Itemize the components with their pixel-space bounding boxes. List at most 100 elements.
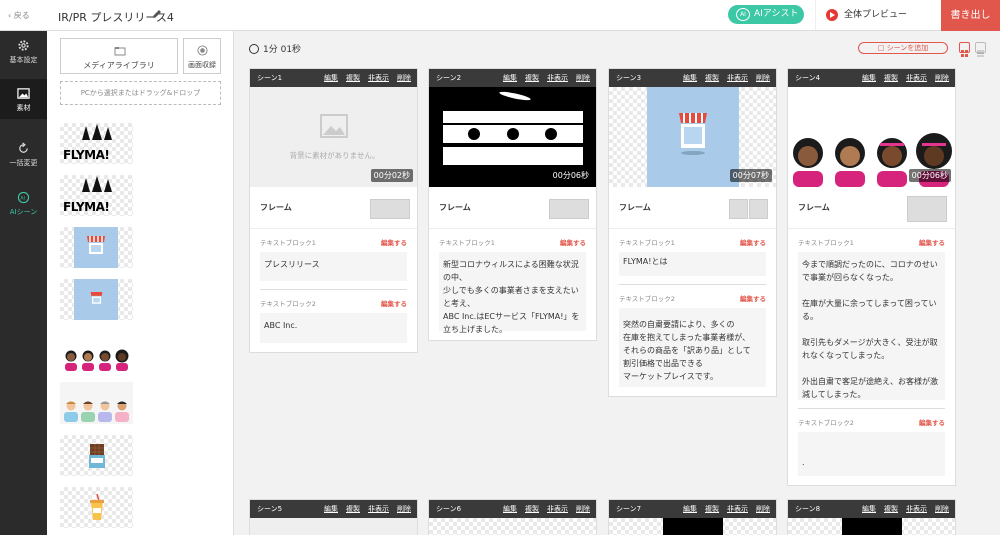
scene-delete-link[interactable]: 削除 [935,74,949,82]
scene-card-6[interactable]: シーン6 編集 複製 非表示 削除 [428,499,597,535]
scene-card-1[interactable]: シーン1 編集 複製 非表示 削除 背景に素材がありません。 00分02秒 フレーム テ… [249,68,418,353]
screen-record-button[interactable]: 画面収録 [183,38,221,74]
scene-delete-link[interactable]: 削除 [397,74,411,82]
scene-preview[interactable]: 00分06秒 [788,87,955,187]
scene-card-5[interactable]: シーン5 編集 複製 非表示 削除 [249,499,418,535]
frame-selector[interactable] [749,199,768,219]
media-thumb-flyma-1[interactable]: FLYMA! [60,123,133,164]
scene-hide-link[interactable]: 非表示 [727,505,748,513]
ai-assist-button[interactable]: AI AIアシスト [728,5,804,24]
add-scene-label: シーンを追加 [886,44,929,52]
scene-delete-link[interactable]: 削除 [756,505,770,513]
scene-edit-link[interactable]: 編集 [862,505,876,513]
frame-label: フレーム [798,203,830,212]
back-link[interactable]: ‹ 戻る [8,10,30,21]
scene-delete-link[interactable]: 削除 [935,505,949,513]
scene-hide-link[interactable]: 非表示 [727,74,748,82]
scene-copy-link[interactable]: 複製 [346,505,360,513]
scene-hide-link[interactable]: 非表示 [547,74,568,82]
text-block-edit-link[interactable]: 編集する [919,237,945,247]
scene-edit-link[interactable]: 編集 [683,505,697,513]
add-scene-button[interactable]: □ シーンを追加 [858,42,948,54]
scene-edit-link[interactable]: 編集 [503,74,517,82]
text-block-edit-link[interactable]: 編集する [919,417,945,427]
text-block-content[interactable]: 今まで順調だったのに、コロナのせいで事業が回らなくなった。 在庫が大量に余ってし… [798,252,945,400]
media-thumb-people-1[interactable] [60,345,133,371]
scene-preview[interactable] [429,518,596,535]
scene-card-7[interactable]: シーン7 編集 複製 非表示 削除 [608,499,777,535]
nav-item-materials[interactable]: 素材 [0,79,47,119]
scene-card-4[interactable]: シーン4 編集 複製 非表示 削除 00分06秒 フレーム テキストブロック1 編集する今… [787,68,956,486]
ai-assist-label: AIアシスト [754,9,799,19]
scene-hide-link[interactable]: 非表示 [906,74,927,82]
text-block-edit-link[interactable]: 編集する [560,237,586,247]
media-thumb-chocolate[interactable] [60,435,133,476]
scene-preview[interactable] [609,518,776,535]
text-block-content[interactable]: 新型コロナウィルスによる困難な状況の中、 少しでも多くの事業者さまを支えたいと考… [439,252,586,334]
text-block-content[interactable]: FLYMA!とは [619,252,766,276]
text-block-content[interactable]: 突然の自粛要請により、多くの 在庫を抱えてしまった事業者様が、 それらの商品を「… [619,308,766,387]
grid-view-icon[interactable] [959,42,970,57]
scene-hide-link[interactable]: 非表示 [906,505,927,513]
media-thumb-shop-2[interactable] [60,279,133,320]
pencil-icon[interactable] [151,8,163,20]
scene-edit-link[interactable]: 編集 [324,505,338,513]
scene-header: シーン2 編集 複製 非表示 削除 [429,69,596,87]
scene-preview[interactable]: 背景に素材がありません。 00分02秒 [250,87,417,187]
scene-copy-link[interactable]: 複製 [705,505,719,513]
full-preview-button[interactable]: 全体プレビュー [815,0,941,30]
scene-card-2[interactable]: シーン2 編集 複製 非表示 削除 00分06秒 フレーム テキストブロック1 編集する新… [428,68,597,341]
nav-item-bulk-change[interactable]: 一括変更 [0,134,47,174]
scene-delete-link[interactable]: 削除 [576,74,590,82]
scene-hide-link[interactable]: 非表示 [547,505,568,513]
nav-item-ai-scene[interactable]: AI AIシーン [0,183,47,223]
scene-delete-link[interactable]: 削除 [576,505,590,513]
scene-hide-link[interactable]: 非表示 [368,505,389,513]
text-block-edit-link[interactable]: 編集する [381,237,407,247]
scene-copy-link[interactable]: 複製 [705,74,719,82]
scene-preview[interactable] [250,518,417,535]
scene-edit-link[interactable]: 編集 [324,74,338,82]
scene-delete-link[interactable]: 削除 [397,505,411,513]
shop-icon [679,113,707,155]
text-block-content[interactable]: . [798,432,945,476]
list-view-icon[interactable] [975,42,986,57]
media-thumb-flyma-2[interactable]: FLYMA! [60,175,133,216]
scene-copy-link[interactable]: 複製 [525,74,539,82]
media-library-label: メディアライブラリ [83,61,155,70]
scene-copy-link[interactable]: 複製 [884,505,898,513]
media-library-button[interactable]: メディアライブラリ [60,38,178,74]
media-thumb-shop-1[interactable] [60,227,133,268]
text-block-content[interactable]: ABC Inc. [260,313,407,343]
scene-copy-link[interactable]: 複製 [884,74,898,82]
scene-edit-link[interactable]: 編集 [503,505,517,513]
media-thumb-drink[interactable] [60,487,133,528]
frame-selector[interactable] [729,199,748,219]
upload-dropzone[interactable]: PCから選択またはドラッグ&ドロップ [60,81,221,105]
text-block-edit-link[interactable]: 編集する [381,298,407,308]
text-block-edit-link[interactable]: 編集する [740,237,766,247]
scene-hide-link[interactable]: 非表示 [368,74,389,82]
scene-copy-link[interactable]: 複製 [346,74,360,82]
export-button[interactable]: 書き出し [941,0,1000,31]
nav-item-basic-settings[interactable]: 基本設定 [0,31,47,71]
flyma-logo: FLYMA! [63,200,110,214]
scene-preview[interactable] [788,518,955,535]
text-block-content[interactable]: プレスリリース [260,252,407,281]
scene-copy-link[interactable]: 複製 [525,505,539,513]
scene-preview[interactable]: 00分06秒 [429,87,596,187]
scene-card-3[interactable]: シーン3 編集 複製 非表示 削除 00分07秒 フレーム テキストブロック1 編集する F… [608,68,777,397]
image-icon [17,88,30,99]
scene-delete-link[interactable]: 削除 [756,74,770,82]
scene-preview[interactable]: 00分07秒 [609,87,776,187]
scene-edit-link[interactable]: 編集 [683,74,697,82]
scene-workspace: 1分 01秒 □ シーンを追加 シーン1 編集 複製 非表示 削除 背景に素材がありませ… [234,31,1000,535]
frame-selector[interactable] [370,199,410,219]
text-block-edit-link[interactable]: 編集する [740,293,766,303]
frame-selector[interactable] [907,196,947,222]
scene-title: シーン2 [436,74,462,82]
scene-edit-link[interactable]: 編集 [862,74,876,82]
scene-card-8[interactable]: シーン8 編集 複製 非表示 削除 [787,499,956,535]
media-thumb-people-2[interactable] [60,382,133,424]
frame-selector[interactable] [549,199,589,219]
